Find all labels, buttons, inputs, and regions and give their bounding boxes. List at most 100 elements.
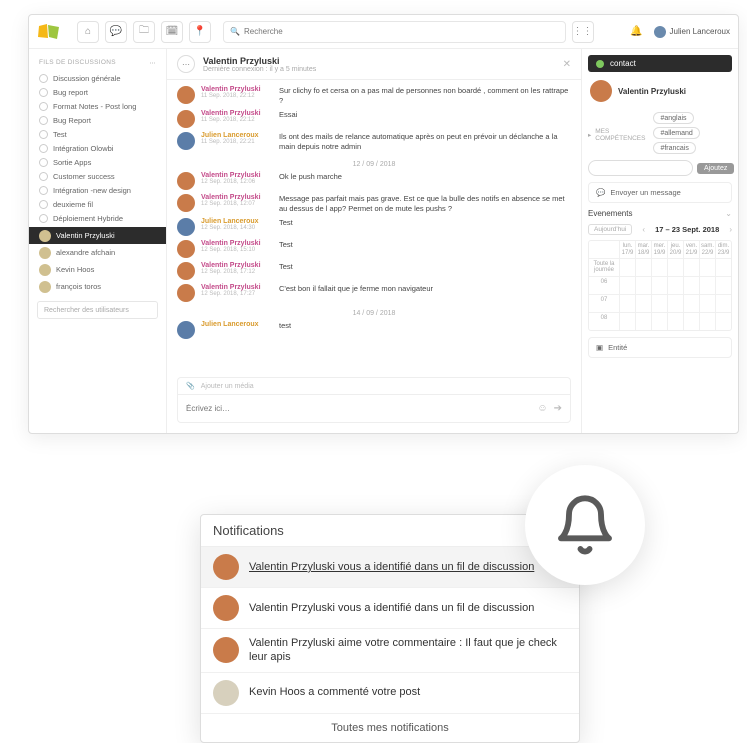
skill-tag[interactable]: #francais: [653, 142, 695, 154]
calendar-cell[interactable]: [699, 295, 715, 312]
chevron-left-icon[interactable]: ‹: [642, 225, 645, 234]
today-button[interactable]: Aujourd'hui: [588, 224, 632, 235]
search-icon: 🔍: [230, 27, 240, 36]
calendar-cell[interactable]: [619, 313, 635, 330]
message-date: 11 Sep. 2018, 22:12: [201, 93, 273, 99]
calendar-cell[interactable]: [715, 313, 731, 330]
chat-icon[interactable]: 💬: [105, 21, 127, 43]
calendar-cell[interactable]: [635, 277, 651, 294]
apps-icon[interactable]: ⋮⋮: [572, 21, 594, 43]
presence-dot: [596, 60, 604, 68]
emoji-icon[interactable]: ☺: [537, 403, 547, 414]
calendar-cell[interactable]: [715, 277, 731, 294]
calendar-cell[interactable]: [683, 313, 699, 330]
skill-tag[interactable]: #allemand: [653, 127, 699, 139]
entity-section[interactable]: ▣ Entité: [588, 337, 732, 358]
global-search-input[interactable]: [244, 27, 559, 36]
calendar-cell[interactable]: [699, 313, 715, 330]
calendar-cell[interactable]: [651, 295, 667, 312]
sidebar-item[interactable]: Intégration Olowbi: [29, 141, 166, 155]
notification-item[interactable]: Valentin Przyluski vous a identifié dans…: [201, 547, 579, 588]
folder-icon[interactable]: 🗀: [133, 21, 155, 43]
calendar-cell[interactable]: [619, 277, 635, 294]
message: Julien Lanceroux11 Sep. 2018, 22:21Ils o…: [177, 132, 571, 152]
all-notifications-link[interactable]: Toutes mes notifications: [201, 714, 579, 742]
message-text: Test: [279, 240, 571, 258]
calendar-cell[interactable]: [635, 259, 651, 276]
calendar-cell[interactable]: [635, 295, 651, 312]
calendar-cell[interactable]: [683, 259, 699, 276]
collapse-icon[interactable]: ⌄: [725, 209, 732, 218]
sidebar-item[interactable]: Bug report: [29, 85, 166, 99]
chevron-right-icon[interactable]: ›: [729, 225, 732, 234]
more-icon[interactable]: ⋯: [177, 55, 195, 73]
sidebar-contact[interactable]: françois toros: [29, 278, 166, 295]
skill-tag[interactable]: #anglais: [653, 112, 693, 124]
home-icon[interactable]: ⌂: [77, 21, 99, 43]
close-icon[interactable]: ✕: [563, 59, 571, 70]
calendar-icon[interactable]: 🗓: [161, 21, 183, 43]
calendar-cell[interactable]: [651, 313, 667, 330]
message-date: 12 Sep. 2018, 12:06: [201, 179, 273, 185]
notification-item[interactable]: Valentin Przyluski aime votre commentair…: [201, 629, 579, 673]
calendar-cell[interactable]: [683, 277, 699, 294]
calendar-cell[interactable]: [667, 295, 683, 312]
sidebar-user-search[interactable]: Rechercher des utilisateurs: [37, 301, 158, 319]
calendar-day-header: mer.19/9: [651, 241, 667, 258]
more-icon[interactable]: ⋯: [149, 59, 156, 67]
avatar: [177, 218, 195, 236]
notification-item[interactable]: Kevin Hoos a commenté votre post: [201, 673, 579, 714]
message-author: Valentin Przyluski: [201, 86, 273, 93]
circle-icon: [39, 186, 48, 195]
calendar-cell[interactable]: [619, 259, 635, 276]
send-icon[interactable]: ➔: [554, 403, 562, 414]
chat-icon: 💬: [596, 188, 605, 197]
calendar-cell[interactable]: [667, 277, 683, 294]
attach-media-button[interactable]: 📎 Ajouter un média: [177, 377, 571, 394]
calendar-cell[interactable]: [683, 295, 699, 312]
message-author: Valentin Przyluski: [201, 240, 273, 247]
calendar-cell[interactable]: [715, 295, 731, 312]
circle-icon: [39, 214, 48, 223]
current-user[interactable]: Julien Lanceroux: [654, 26, 730, 38]
sidebar-contact[interactable]: Kevin Hoos: [29, 261, 166, 278]
sidebar-contact[interactable]: alexandre afchain: [29, 244, 166, 261]
message-text: C'est bon il fallait que je ferme mon na…: [279, 284, 571, 302]
sidebar-item[interactable]: Test: [29, 127, 166, 141]
calendar-cell[interactable]: [667, 313, 683, 330]
avatar: [213, 637, 239, 663]
calendar-row: 07: [589, 294, 731, 312]
conversation-header: ⋯ Valentin Przyluski Dernière connexion …: [167, 49, 581, 80]
sidebar-item[interactable]: Format Notes - Post long: [29, 99, 166, 113]
calendar-cell[interactable]: [667, 259, 683, 276]
location-icon[interactable]: 📍: [189, 21, 211, 43]
sidebar-item[interactable]: Customer success: [29, 169, 166, 183]
calendar-cell[interactable]: [651, 259, 667, 276]
sidebar-item[interactable]: Déploiement Hybride: [29, 211, 166, 225]
calendar-cell[interactable]: [715, 259, 731, 276]
sidebar-contact[interactable]: Valentin Przyluski: [29, 227, 166, 244]
sidebar-item[interactable]: Bug Report: [29, 113, 166, 127]
send-message-button[interactable]: 💬 Envoyer un message: [588, 182, 732, 203]
add-skill-input[interactable]: [588, 160, 693, 176]
calendar-cell[interactable]: [651, 277, 667, 294]
circle-icon: [39, 172, 48, 181]
add-skill-button[interactable]: Ajoutez: [697, 163, 734, 174]
sidebar-item[interactable]: Sortie Apps: [29, 155, 166, 169]
bell-icon[interactable]: 🔔: [626, 21, 648, 43]
calendar-cell[interactable]: [635, 313, 651, 330]
avatar: [213, 554, 239, 580]
composer-input[interactable]: [186, 404, 537, 413]
sidebar-item[interactable]: Intégration -new design: [29, 183, 166, 197]
message-author: Valentin Przyluski: [201, 172, 273, 179]
calendar-cell[interactable]: [699, 259, 715, 276]
sidebar-item[interactable]: Discussion générale: [29, 71, 166, 85]
sidebar-item[interactable]: deuxieme fil: [29, 197, 166, 211]
calendar-cell[interactable]: [619, 295, 635, 312]
notification-item[interactable]: Valentin Przyluski vous a identifié dans…: [201, 588, 579, 629]
calendar-cell[interactable]: [699, 277, 715, 294]
contact-name: Valentin Przyluski: [618, 87, 686, 96]
global-search[interactable]: 🔍: [223, 21, 566, 43]
message: Valentin Przyluski12 Sep. 2018, 12:07Mes…: [177, 194, 571, 214]
avatar: [213, 680, 239, 706]
